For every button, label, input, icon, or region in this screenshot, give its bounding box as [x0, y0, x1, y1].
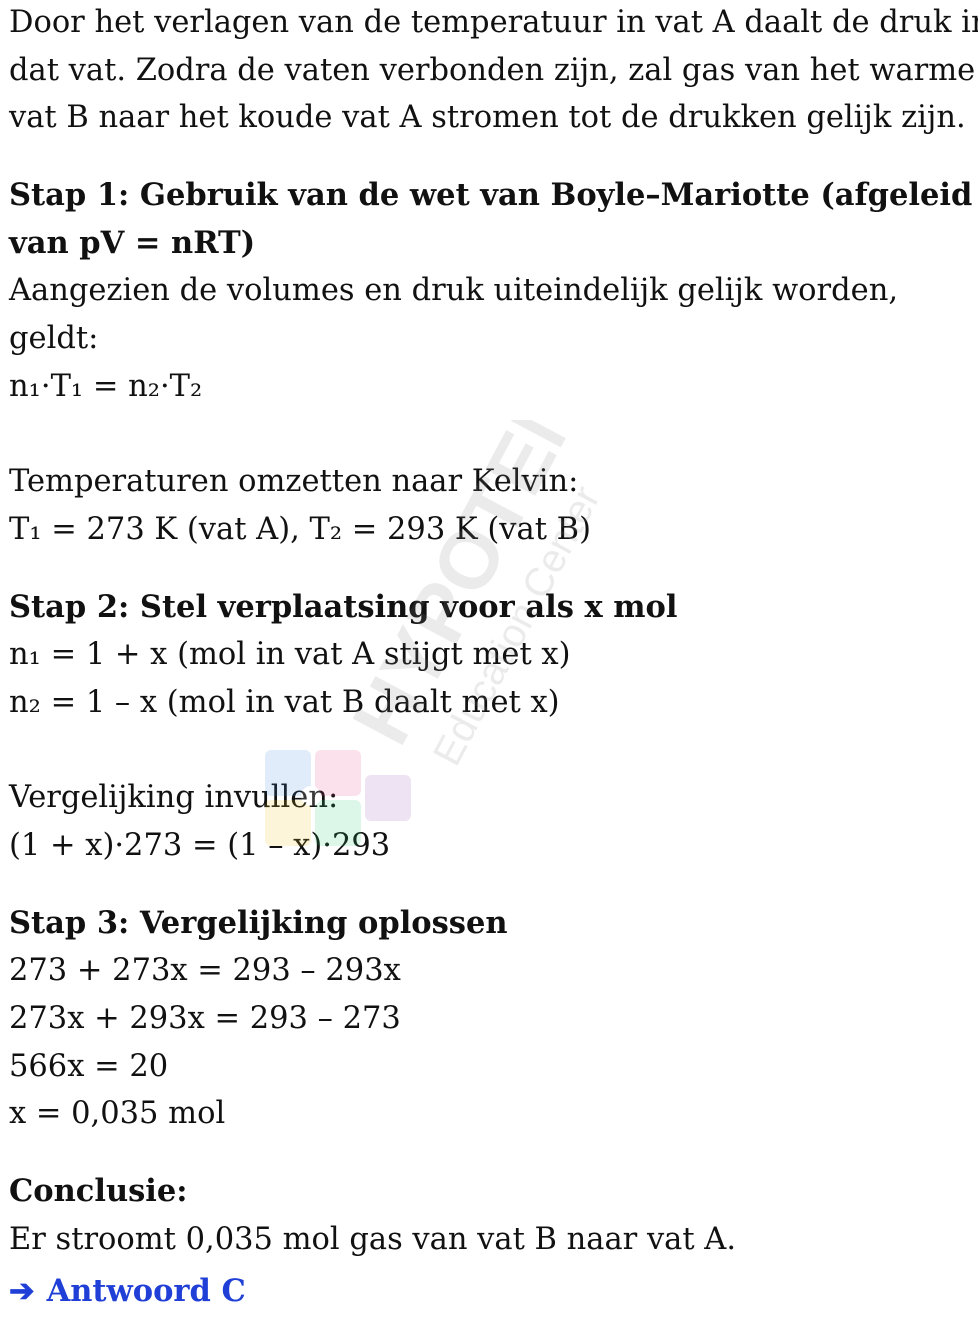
intro-line-3: vat B naar het koude vat A stromen tot d… [9, 100, 966, 136]
answer-label: Antwoord C [46, 1272, 246, 1309]
step2-n2: n₂ = 1 – x (mol in vat B daalt met x) [9, 684, 560, 720]
step3-line-4: x = 0,035 mol [9, 1096, 226, 1132]
arrow-right-icon: ➔ [9, 1272, 35, 1309]
step1-formula: n₁·T₁ = n₂·T₂ [9, 368, 203, 404]
kelvin-label: Temperaturen omzetten naar Kelvin: [9, 464, 579, 500]
step2-heading: Stap 2: Stel verplaatsing voor als x mol [9, 588, 678, 625]
conclusion-heading: Conclusie: [9, 1173, 188, 1210]
answer-line: ➔ Antwoord C [9, 1268, 971, 1316]
step1-heading-line-1: Stap 1: Gebruik van de wet van Boyle–Mar… [9, 177, 973, 214]
kelvin-values: T₁ = 273 K (vat A), T₂ = 293 K (vat B) [9, 511, 591, 547]
step1-text-line-2: geldt: [9, 321, 99, 357]
step3-line-2: 273x + 293x = 293 – 273 [9, 1001, 401, 1037]
step2-equation: (1 + x)·273 = (1 – x)·293 [9, 828, 391, 863]
step1-text-line-1: Aangezien de volumes en druk uiteindelij… [9, 273, 899, 309]
step2-n1: n₁ = 1 + x (mol in vat A stijgt met x) [9, 637, 571, 673]
intro-line-1: Door het verlagen van de temperatuur in … [9, 5, 978, 40]
step3-line-1: 273 + 273x = 293 – 293x [9, 953, 401, 989]
step1-heading-line-2: van pV = nRT) [9, 224, 256, 261]
fill-label: Vergelijking invullen: [9, 780, 339, 816]
intro-line-2: dat vat. Zodra de vaten verbonden zijn, … [9, 52, 976, 88]
step3-heading: Stap 3: Vergelijking oplossen [9, 904, 508, 941]
solution-document: Door het verlagen van de temperatuur in … [9, 0, 978, 1316]
conclusion-text: Er stroomt 0,035 mol gas van vat B naar … [9, 1221, 737, 1257]
step3-line-3: 566x = 20 [9, 1048, 169, 1084]
